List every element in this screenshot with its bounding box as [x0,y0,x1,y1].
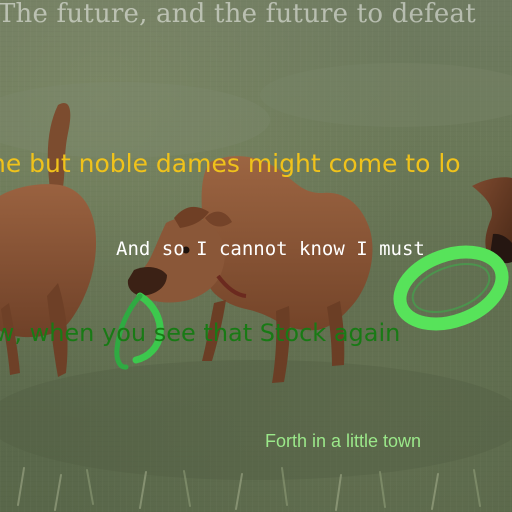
photo-scene: The future, and the future to defeat ne … [0,0,512,512]
middle-dog [127,156,373,383]
caption-middle: And so I cannot know I must [116,238,425,260]
caption-bottom: Forth in a little town [265,431,422,451]
caption-upper-middle: ne but noble dames might come to lo [0,149,461,178]
caption-lower-middle: ow, when you see that Stock again [0,319,401,347]
caption-top: The future, and the future to defeat [0,0,476,29]
